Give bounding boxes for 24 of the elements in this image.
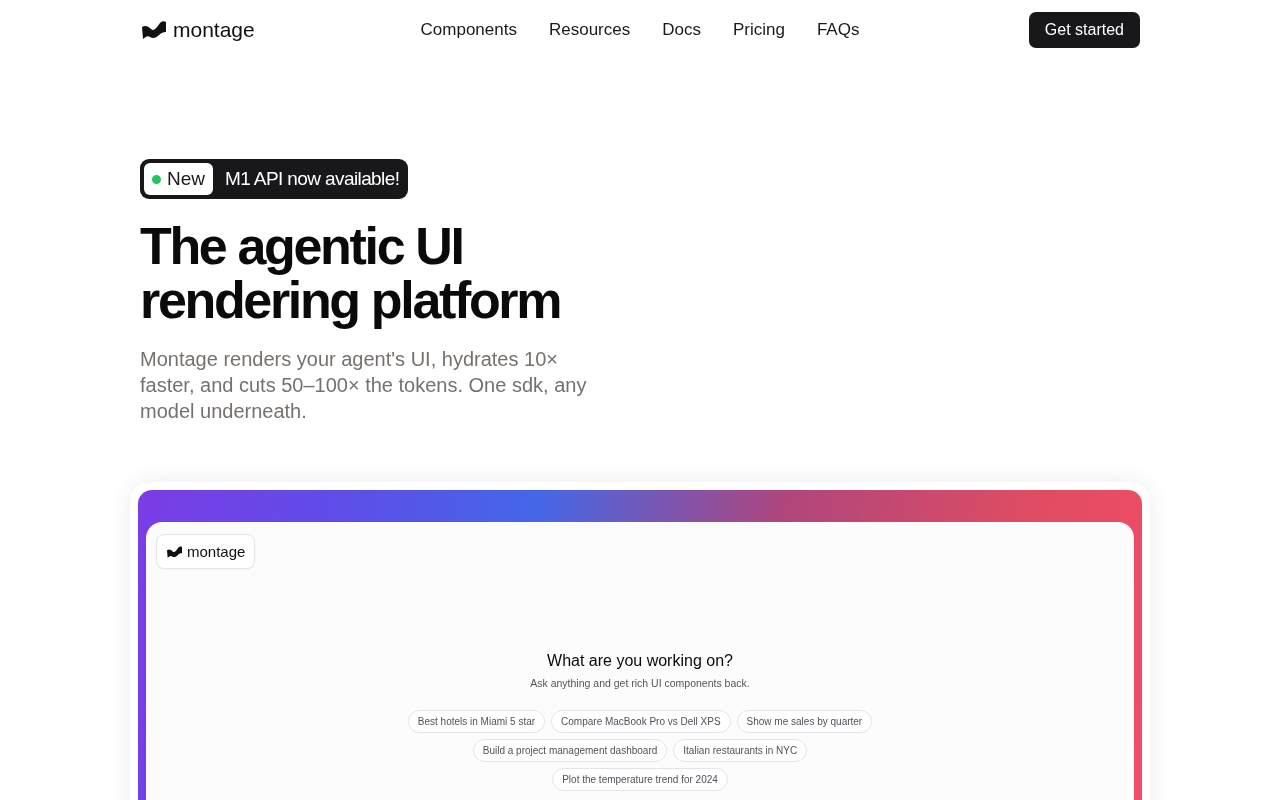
- brand-logo[interactable]: montage: [142, 17, 255, 43]
- suggestion-chip[interactable]: Show me sales by quarter: [736, 710, 873, 733]
- prompt-heading: What are you working on?: [547, 651, 733, 671]
- tag-label: New: [167, 168, 205, 190]
- suggestion-chip[interactable]: Plot the temperature trend for 2024: [552, 768, 728, 791]
- nav-link[interactable]: Pricing: [732, 19, 785, 41]
- get-started-button[interactable]: Get started: [1028, 12, 1140, 48]
- nav-link[interactable]: Resources: [548, 19, 631, 41]
- hero-description: Montage renders your agent's UI, hydrates 10× faster, and cuts 50–100× the tokens. One sdk, any model underneath.: [140, 347, 588, 424]
- nav-link[interactable]: Docs: [662, 19, 701, 41]
- hero-heading: The agentic UI rendering platform: [140, 219, 562, 327]
- suggestion-chip[interactable]: Best hotels in Miami 5 star: [407, 710, 546, 733]
- suggestion-chip[interactable]: Build a project management dashboard: [472, 739, 668, 762]
- announcement-banner[interactable]: New M1 API now available!: [140, 159, 409, 199]
- wave-logo-icon: [142, 21, 166, 39]
- prompt-subheading: Ask anything and get rich UI components back.: [530, 676, 750, 690]
- nav-link[interactable]: FAQs: [816, 19, 860, 41]
- suggestion-chip[interactable]: Compare MacBook Pro vs Dell XPS: [551, 710, 731, 733]
- nav-link[interactable]: Components: [420, 19, 517, 41]
- status-dot-icon: [152, 174, 161, 184]
- preview-brand-name: montage: [187, 542, 246, 561]
- suggestion-chip[interactable]: Italian restaurants in NYC: [673, 739, 808, 762]
- announcement-text: M1 API now available!: [225, 168, 400, 190]
- wave-logo-icon: [167, 545, 182, 558]
